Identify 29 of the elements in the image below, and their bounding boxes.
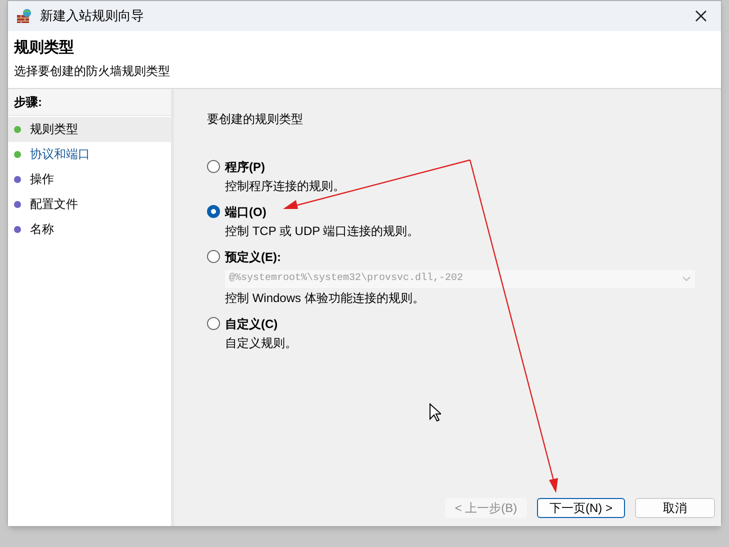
radio-label[interactable]: 端口(O): [225, 202, 266, 220]
option-description: 控制 Windows 体验功能连接的规则。: [225, 290, 426, 306]
page-subtitle: 选择要创建的防火墙规则类型: [14, 62, 171, 80]
option-description: 自定义规则。: [225, 334, 298, 352]
step-item[interactable]: 协议和端口: [8, 142, 171, 166]
radio-button[interactable]: [207, 205, 220, 218]
radio-button[interactable]: [207, 250, 220, 263]
radio-label[interactable]: 程序(P): [225, 158, 265, 176]
firewall-icon: [16, 8, 32, 24]
step-item[interactable]: 配置文件: [8, 192, 171, 216]
window-title: 新建入站规则向导: [40, 7, 144, 26]
steps-heading: 步骤:: [8, 88, 171, 116]
cursor-icon: [429, 403, 441, 422]
radio-label[interactable]: 自定义(C): [225, 314, 278, 332]
radio-label[interactable]: 预定义(E):: [225, 248, 281, 266]
option-description: 控制 TCP 或 UDP 端口连接的规则。: [225, 222, 420, 240]
prompt-text: 要创建的规则类型: [207, 110, 304, 128]
option-description: 控制程序连接的规则。: [225, 178, 346, 194]
chevron-down-icon: [682, 276, 691, 282]
dropdown-value: @%systemroot%\system32\provsvc.dll,-202: [229, 272, 464, 286]
step-item[interactable]: 规则类型: [8, 116, 171, 142]
wizard-button[interactable]: 下一页(N) >: [537, 498, 625, 518]
page-title: 规则类型: [14, 38, 75, 58]
radio-button[interactable]: [207, 317, 220, 330]
wizard-button[interactable]: 取消: [635, 498, 715, 518]
step-item[interactable]: 名称: [8, 216, 171, 242]
step-item[interactable]: 操作: [8, 166, 171, 192]
close-icon: [695, 10, 707, 22]
radio-button[interactable]: [207, 160, 220, 173]
